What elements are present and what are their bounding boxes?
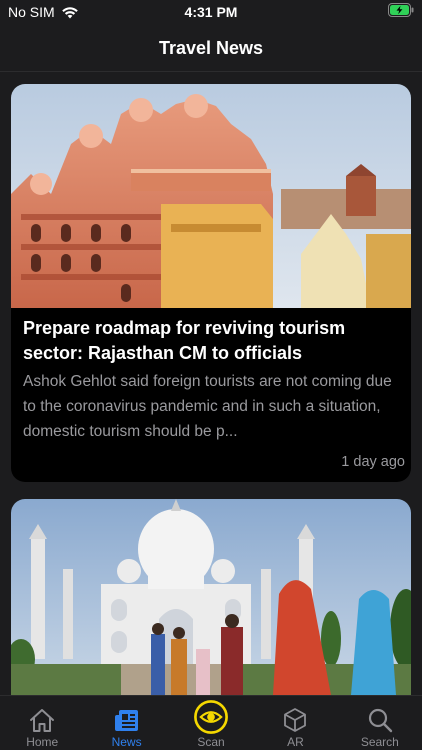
house-icon [30,709,55,732]
tab-news[interactable]: News [84,696,168,750]
cube-icon [284,708,307,732]
status-bar: No SIM 4:31 PM [0,0,422,24]
tab-search[interactable]: Search [338,696,422,750]
tab-bar: Home News Scan AR Search [0,695,422,750]
battery-indicator [388,3,414,20]
article-image-taj-mahal [11,499,411,695]
article-title: Prepare roadmap for reviving tourism sec… [23,318,346,363]
eye-scan-icon [194,700,228,734]
battery-charging-icon [388,3,414,17]
tab-label: Search [360,735,399,749]
newspaper-icon [114,710,138,731]
news-feed[interactable]: Prepare roadmap for reviving tourism sec… [0,73,422,695]
news-card[interactable]: Prepare roadmap for reviving tourism sec… [11,84,411,482]
news-card[interactable] [11,499,411,695]
tab-label: Home [26,735,59,749]
tab-home[interactable]: Home [0,696,84,750]
article-image-hawa-mahal [11,84,411,308]
article-timestamp: 1 day ago [341,454,405,470]
page-title: Travel News [158,38,264,58]
navigation-bar: Travel News [0,24,422,72]
tab-ar[interactable]: AR [253,696,337,750]
tab-label: News [111,735,142,749]
article-summary: Ashok Gehlot said foreign tourists are n… [23,373,392,440]
clock: 4:31 PM [184,4,238,20]
tab-label: Scan [197,735,225,749]
tab-scan[interactable]: Scan [169,696,253,750]
tab-label: AR [287,735,304,749]
magnifier-icon [368,708,393,733]
